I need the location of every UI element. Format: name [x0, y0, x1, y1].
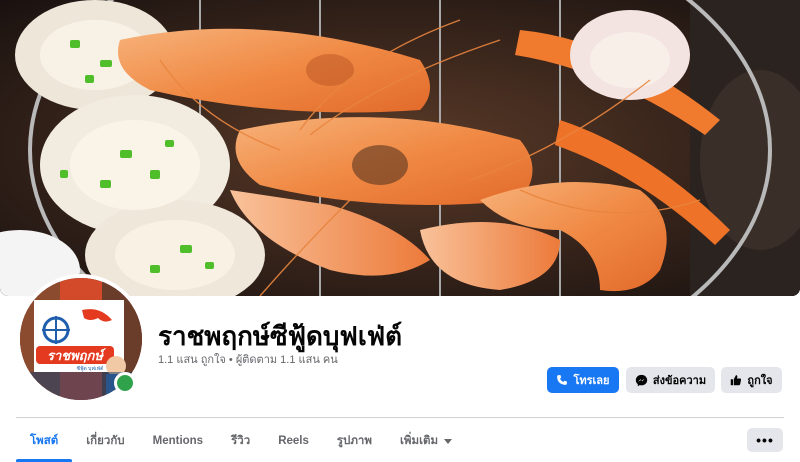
tab-mentions[interactable]: Mentions	[139, 420, 217, 462]
like-page-label: ถูกใจ	[747, 375, 773, 387]
tab-label: รูปภาพ	[336, 435, 372, 447]
send-message-button[interactable]: ส่งข้อความ	[626, 367, 715, 393]
more-options-button[interactable]: •••	[747, 428, 783, 452]
tab-more[interactable]: เพิ่มเติม	[386, 420, 466, 462]
tab-label: เกี่ยวกับ	[86, 435, 125, 447]
header-divider	[16, 417, 784, 418]
svg-text:ซีฟู้ด บุฟเฟ่ต์: ซีฟู้ด บุฟเฟ่ต์	[77, 365, 104, 372]
call-button[interactable]: โทรเลย	[547, 367, 619, 393]
online-status-indicator	[114, 372, 136, 394]
like-page-button[interactable]: ถูกใจ	[721, 367, 782, 393]
more-horizontal-icon: •••	[756, 432, 774, 448]
tab-label: เพิ่มเติม	[399, 435, 439, 447]
tab-posts[interactable]: โพสต์	[16, 420, 73, 462]
messenger-icon	[635, 374, 648, 387]
call-button-label: โทรเลย	[573, 375, 610, 387]
tab-about[interactable]: เกี่ยวกับ	[72, 420, 138, 462]
tab-label: โพสต์	[30, 435, 59, 447]
page-tabs: โพสต์ เกี่ยวกับ Mentions รีวิว Reels รูป…	[16, 420, 466, 462]
tab-reels[interactable]: Reels	[264, 420, 323, 462]
page-stats[interactable]: 1.1 แสน ถูกใจ • ผู้ติดตาม 1.1 แสน คน	[158, 350, 338, 368]
tab-label: Reels	[278, 435, 309, 447]
thumbs-up-icon	[730, 374, 742, 386]
tab-reviews[interactable]: รีวิว	[217, 420, 264, 462]
tab-photos[interactable]: รูปภาพ	[323, 420, 386, 462]
send-message-label: ส่งข้อความ	[652, 375, 707, 387]
cover-photo[interactable]	[0, 0, 800, 296]
caret-down-icon	[444, 438, 453, 444]
tab-label: รีวิว	[231, 435, 251, 447]
tab-label: Mentions	[152, 435, 204, 447]
phone-icon	[556, 374, 568, 386]
svg-text:ราชพฤกษ์: ราชพฤกษ์	[47, 348, 106, 363]
